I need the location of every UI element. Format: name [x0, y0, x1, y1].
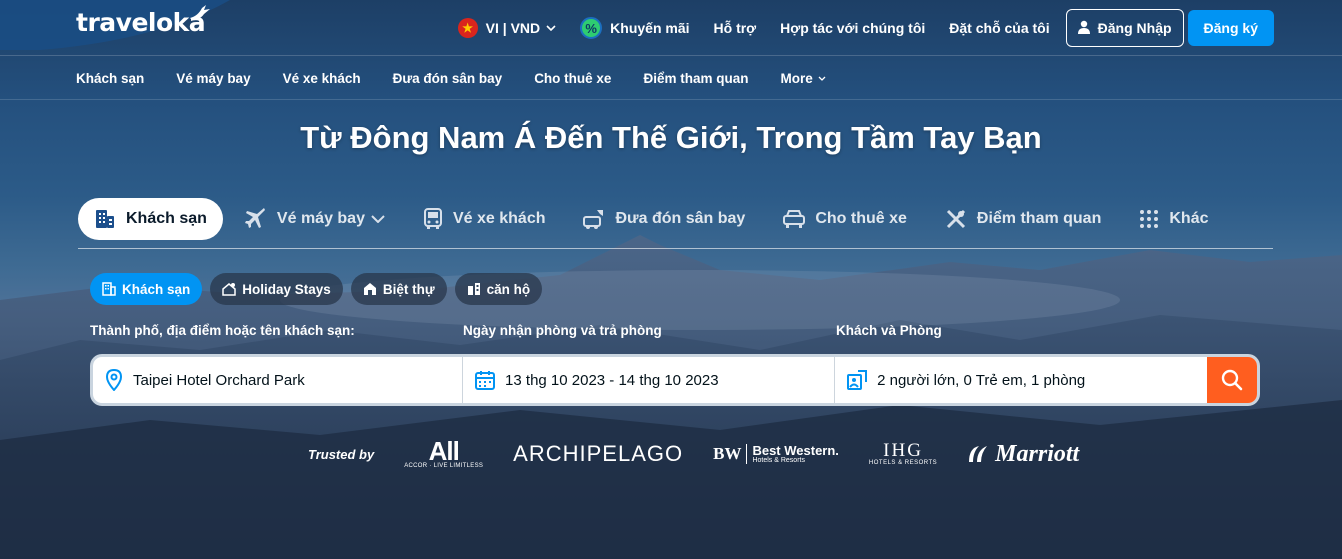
tab-car-rental-label: Cho thuê xe [815, 210, 907, 227]
dates-field[interactable]: 13 thg 10 2023 - 14 thg 10 2023 [463, 357, 836, 403]
tab-attractions-label: Điểm tham quan [976, 210, 1102, 227]
trusted-by-label: Trusted by [308, 446, 375, 462]
holiday-stays-icon [222, 282, 237, 296]
tab-hotels-label: Khách sạn [126, 210, 207, 227]
percent-icon: % [580, 17, 603, 39]
accor-logo: All ACCOR · LIVE LIMITLESS [404, 436, 484, 469]
bw-mark: BW [713, 444, 748, 464]
location-pin-icon [105, 369, 123, 391]
tab-car-rental[interactable]: Cho thuê xe [767, 198, 923, 240]
chip-villa[interactable]: Biệt thự [350, 273, 447, 305]
top-nav: ★ VI | VND % Khuyến mãi Hỗ trợ Hợp tác v… [434, 9, 1274, 47]
accor-sub: ACCOR · LIVE LIMITLESS [404, 463, 484, 469]
chevron-down-icon [371, 215, 385, 223]
marriott-name: Marriott [995, 440, 1080, 467]
login-label: Đăng Nhập [1097, 20, 1172, 36]
bw-sub: Hotels & Resorts [752, 457, 805, 464]
marriott-logo: Marriott [967, 441, 1079, 468]
ihg-sub: HOTELS & RESORTS [868, 460, 938, 466]
prodnav-hotels[interactable]: Khách sạn [76, 71, 144, 86]
top-bar: traveloka ★ VI | VND % Khuyến mãi Hỗ trợ… [0, 0, 1342, 56]
promo-label: Khuyến mãi [610, 20, 690, 36]
tab-flights-label: Vé máy bay [276, 210, 365, 227]
villa-icon [363, 282, 377, 296]
my-bookings-link[interactable]: Đặt chỗ của tôi [949, 20, 1049, 36]
prodnav-car-rental[interactable]: Cho thuê xe [534, 71, 611, 86]
tab-airport-transfer-label: Đưa đón sân bay [615, 210, 746, 227]
marriott-m-icon [967, 444, 991, 464]
register-button[interactable]: Đăng ký [1187, 10, 1274, 46]
prodnav-flights[interactable]: Vé máy bay [176, 71, 250, 86]
chip-villa-label: Biệt thự [382, 281, 435, 297]
tab-airport-transfer[interactable]: Đưa đón sân bay [567, 198, 761, 240]
chip-hotels-label: Khách sạn [122, 281, 191, 297]
tab-other-label: Khác [1169, 210, 1209, 227]
dates-label: Ngày nhận phòng và trả phòng [463, 323, 662, 338]
chip-hotels[interactable]: Khách sạn [90, 273, 203, 305]
product-nav: Khách sạn Vé máy bay Vé xe khách Đưa đón… [76, 56, 858, 100]
trusted-by-strip: Trusted by All ACCOR · LIVE LIMITLESS AR… [308, 438, 1109, 470]
archipelago-logo: ARCHIPELAGO [513, 441, 684, 466]
prodnav-airport-transfer[interactable]: Đưa đón sân bay [393, 71, 503, 86]
prodnav-more[interactable]: More [780, 70, 826, 86]
hotel-building-icon [94, 208, 116, 230]
vietnam-flag-icon: ★ [457, 18, 478, 38]
nav-divider [0, 99, 1342, 100]
guests-rooms-icon [847, 370, 868, 390]
logo-bird-icon [188, 4, 212, 31]
guests-field[interactable]: 2 người lớn, 0 Trẻ em, 1 phòng [835, 357, 1207, 403]
more-label: More [780, 70, 813, 86]
tab-hotels[interactable]: Khách sạn [78, 198, 223, 240]
ihg-logo: IHG HOTELS & RESORTS [868, 440, 938, 466]
bus-icon [423, 208, 443, 230]
chip-apartment[interactable]: căn hộ [454, 273, 543, 305]
support-link[interactable]: Hỗ trợ [714, 20, 757, 36]
chip-holiday-stays[interactable]: Holiday Stays [210, 273, 343, 305]
guests-label: Khách và Phòng [836, 323, 942, 338]
best-western-logo: BW Best Western. Hotels & Resorts [713, 444, 839, 464]
traveloka-logo[interactable]: traveloka [76, 8, 206, 37]
accor-main: All [428, 436, 460, 466]
locale-selector[interactable]: ★ VI | VND [457, 18, 556, 38]
chip-apartment-label: căn hộ [486, 281, 531, 297]
bw-name: Best Western. [752, 443, 839, 458]
prodnav-attractions[interactable]: Điểm tham quan [643, 71, 748, 86]
partner-link[interactable]: Hợp tác với chúng tôi [780, 20, 925, 36]
hotel-icon [102, 282, 116, 296]
promo-link[interactable]: % Khuyến mãi [580, 17, 690, 39]
attractions-icon [945, 208, 967, 230]
hero-title: Từ Đông Nam Á Đến Thế Giới, Trong Tầm Ta… [300, 120, 1042, 155]
login-button[interactable]: Đăng Nhập [1065, 9, 1184, 47]
search-icon [1221, 369, 1243, 391]
tab-other[interactable]: Khác [1123, 198, 1224, 240]
accommodation-chips: Khách sạn Holiday Stays Biệt thự căn hộ [90, 273, 550, 305]
tabs-divider [78, 248, 1273, 249]
destination-label: Thành phố, địa điểm hoặc tên khách sạn: [90, 323, 355, 338]
tab-bus-label: Vé xe khách [452, 210, 546, 227]
chevron-down-icon [546, 25, 556, 31]
chip-holiday-stays-label: Holiday Stays [242, 281, 331, 297]
ihg-main: IHG [883, 440, 923, 461]
apartment-icon [467, 282, 481, 296]
locale-label: VI | VND [485, 20, 541, 36]
tab-attractions[interactable]: Điểm tham quan [929, 198, 1117, 240]
grid-dots-icon [1139, 209, 1159, 229]
airplane-icon [244, 208, 267, 230]
search-bar: Taipei Hotel Orchard Park 13 thg 10 2023… [90, 354, 1260, 406]
destination-value: Taipei Hotel Orchard Park [133, 371, 305, 389]
chevron-down-icon [818, 76, 826, 81]
search-tabs: Khách sạn Vé máy bay Vé xe khách Đưa đón… [78, 198, 1230, 240]
prodnav-bus[interactable]: Vé xe khách [283, 71, 361, 86]
tab-flights[interactable]: Vé máy bay [229, 198, 401, 240]
guests-value: 2 người lớn, 0 Trẻ em, 1 phòng [877, 371, 1086, 389]
airport-transfer-icon [583, 208, 605, 230]
destination-field[interactable]: Taipei Hotel Orchard Park [93, 357, 464, 403]
calendar-icon [475, 370, 496, 390]
tab-bus[interactable]: Vé xe khách [407, 198, 562, 240]
car-icon [783, 209, 806, 229]
dates-value: 13 thg 10 2023 - 14 thg 10 2023 [505, 371, 719, 389]
user-icon [1077, 20, 1090, 37]
search-button[interactable] [1207, 357, 1257, 403]
